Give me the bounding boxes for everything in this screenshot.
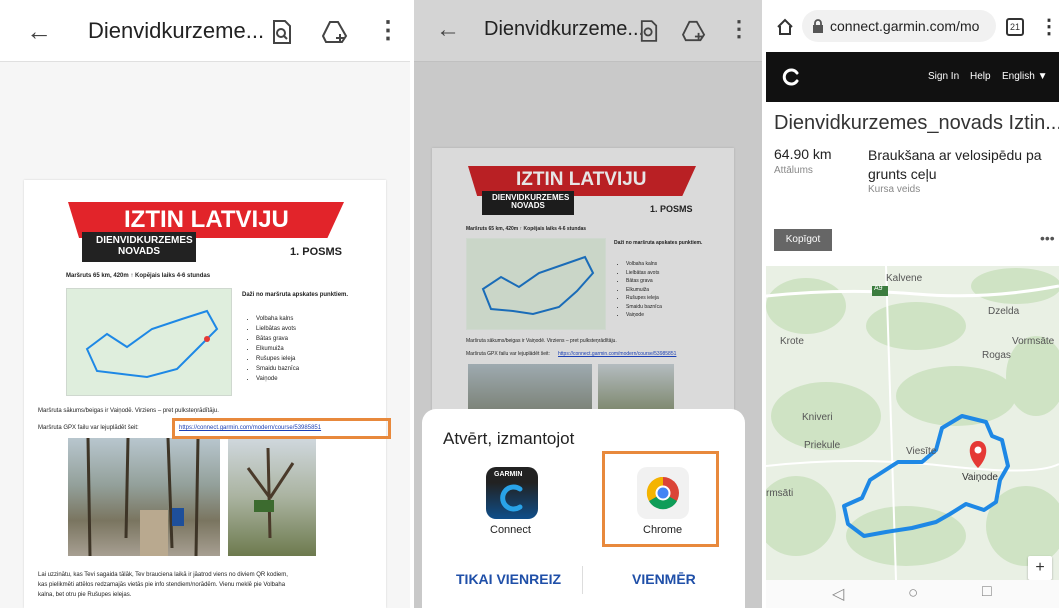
forest-photo-1: [68, 438, 220, 556]
sign-in-link[interactable]: Sign In: [928, 71, 959, 82]
pdf-toolbar: ← Dienvidkurzeme... ⋮: [0, 0, 410, 62]
list-item: Rušupes ieleja: [256, 354, 299, 364]
list-item: Lielbātas avots: [626, 269, 662, 278]
pdf-viewer-panel: ← Dienvidkurzeme... ⋮ IZTIN LATVIJU DIEN…: [0, 0, 410, 608]
route-map-image: [466, 238, 606, 330]
forest-photo-2: [228, 438, 316, 556]
garmin-nav: Sign In Help English ▼: [766, 52, 1059, 102]
just-once-button[interactable]: TIKAI VIENREIZ: [456, 571, 561, 587]
lock-icon: [813, 19, 823, 33]
route-map-image: [66, 288, 232, 396]
posms-label: 1. POSMS: [650, 204, 693, 214]
list-item: Smaidu baznīca: [256, 364, 299, 374]
pdf-page: IZTIN LATVIJU DIENVIDKURZEMES NOVADS 1. …: [24, 180, 386, 608]
home-icon[interactable]: [776, 18, 794, 36]
search-document-icon[interactable]: [640, 20, 658, 42]
list-item: Elkumuiža: [256, 344, 299, 354]
add-to-drive-icon[interactable]: [682, 20, 706, 42]
list-item: Bātas grava: [256, 334, 299, 344]
share-button[interactable]: Kopīgot: [774, 229, 832, 251]
pdf-page-dimmed: IZTIN LATVIJU DIENVIDKURZEMES NOVADS 1. …: [432, 148, 734, 428]
footer-text-2: kas pielikmēti attēlos redzamajās vietās…: [38, 582, 286, 588]
android-nav-bar: ◁ ○ □: [766, 580, 1059, 608]
url-text: connect.garmin.com/mo: [830, 18, 980, 34]
back-arrow-icon[interactable]: ←: [436, 16, 460, 44]
pdf-toolbar-dimmed: ← Dienvidkurzeme... ⋮: [414, 0, 767, 62]
banner-text: IZTIN LATVIJU: [516, 169, 647, 190]
gpx-link[interactable]: https://connect.garmin.com/modern/course…: [558, 351, 676, 357]
connect-app-icon[interactable]: GARMIN: [486, 467, 538, 519]
back-nav-icon[interactable]: ◁: [832, 584, 844, 604]
map-label-rmsati: rmsāti: [766, 488, 794, 499]
map-label-vainode: Vaiņode: [962, 472, 998, 483]
list-item: Rušupes ieleja: [626, 294, 662, 303]
start-text: Maršruta sākums/beigas ir Vaiņodē. Virzi…: [466, 338, 617, 344]
link-highlight-box: [172, 418, 391, 439]
more-options-icon[interactable]: ⋮: [728, 16, 750, 42]
region-label: DIENVIDKURZEMES NOVADS: [82, 232, 196, 262]
region-label: DIENVIDKURZEMES NOVADS: [482, 191, 574, 215]
points-heading: Daži no maršruta apskates punktiem.: [242, 292, 349, 298]
chrome-highlight-box: [602, 451, 719, 547]
map-label-krote: Krote: [780, 336, 804, 347]
footer-text-3: kalna, bet otru pie Rušupes ielejas.: [38, 592, 132, 598]
home-nav-icon[interactable]: ○: [908, 583, 918, 603]
map-label-kniveri: Kniveri: [802, 412, 833, 423]
tab-count[interactable]: 21: [1006, 18, 1024, 36]
course-type-value: Braukšana ar velosipēdu pa grunts ceļu: [868, 147, 1042, 182]
list-item: Lielbātas avots: [256, 324, 299, 334]
gpx-text: Maršruta GPX failu var lejuplādēt šeit:: [466, 351, 550, 357]
list-item: Volbaha kalns: [256, 314, 299, 324]
course-map[interactable]: Kalvene A9 Dzelda Krote Vormsāte Rogas K…: [766, 266, 1059, 580]
list-item: Vaiņode: [626, 311, 662, 320]
list-item: Vaiņode: [256, 374, 299, 384]
banner-text: IZTIN LATVIJU: [124, 206, 289, 233]
browser-bar: connect.garmin.com/mo 21 ⋮: [766, 0, 1059, 52]
garmin-connect-logo-icon[interactable]: [782, 67, 802, 87]
zoom-in-button[interactable]: +: [1028, 556, 1052, 580]
open-with-panel: ← Dienvidkurzeme... ⋮ IZTIN LATVIJU DIEN…: [414, 0, 767, 608]
browser-panel: connect.garmin.com/mo 21 ⋮ Sign In Help …: [766, 0, 1059, 608]
course-type-label: Kursa veids: [868, 184, 921, 195]
map-label-road: A9: [874, 285, 883, 292]
url-field[interactable]: connect.garmin.com/mo: [802, 10, 996, 42]
footer-text-1: Lai uzzinātu, kas Tevi sagaida tālāk, Te…: [38, 572, 288, 578]
search-document-icon[interactable]: [272, 20, 292, 44]
always-button[interactable]: VIENMĒR: [632, 571, 696, 587]
recents-nav-icon[interactable]: □: [982, 583, 992, 601]
more-options-icon[interactable]: ⋮: [1039, 14, 1059, 39]
list-item: Bātas grava: [626, 277, 662, 286]
map-label-priekule: Priekule: [804, 440, 841, 451]
posms-label: 1. POSMS: [290, 246, 342, 258]
start-text: Maršruta sākums/beigas ir Vaiņodē. Virzi…: [38, 408, 219, 414]
list-item: Smaidu baznīca: [626, 303, 662, 312]
points-list: Volbaha kalns Lielbātas avots Bātas grav…: [626, 260, 662, 320]
points-list: Volbaha kalns Lielbātas avots Bātas grav…: [256, 314, 299, 384]
map-label-dzelda: Dzelda: [988, 306, 1020, 317]
route-info: Maršruts 65 km, 420m ↑ Kopējais laiks 4-…: [466, 226, 587, 232]
list-item: Elkumuiža: [626, 286, 662, 295]
distance-label: Attālums: [774, 165, 813, 176]
language-selector[interactable]: English ▼: [1002, 71, 1047, 82]
sheet-title: Atvērt, izmantojot: [443, 429, 575, 448]
map-label-viesite: Viesīte: [906, 446, 937, 457]
add-to-drive-icon[interactable]: [322, 20, 348, 44]
connect-app-label[interactable]: Connect: [490, 524, 531, 536]
open-with-sheet: Atvērt, izmantojot GARMIN Connect Chrome…: [422, 409, 745, 608]
map-label-kalvene: Kalvene: [886, 273, 923, 284]
distance-value: 64.90 km: [774, 146, 832, 162]
list-item: Volbaha kalns: [626, 260, 662, 269]
document-title: Dienvidkurzeme...: [484, 18, 645, 40]
document-title: Dienvidkurzeme...: [88, 18, 265, 43]
back-arrow-icon[interactable]: ←: [26, 16, 52, 47]
map-label-rogas: Rogas: [982, 350, 1011, 361]
route-info: Maršruts 65 km, 420m ↑ Kopējais laiks 4-…: [66, 273, 211, 279]
points-heading: Daži no maršruta apskates punktiem.: [614, 240, 703, 246]
map-label-vormsate: Vormsāte: [1012, 336, 1055, 347]
help-link[interactable]: Help: [970, 71, 991, 82]
course-title: Dienvidkurzemes_novads Iztin...: [774, 112, 1059, 134]
gpx-text: Maršruta GPX failu var lejuplādēt šeit:: [38, 425, 139, 431]
more-options-icon[interactable]: ⋮: [376, 16, 400, 45]
more-actions-icon[interactable]: •••: [1040, 230, 1055, 246]
